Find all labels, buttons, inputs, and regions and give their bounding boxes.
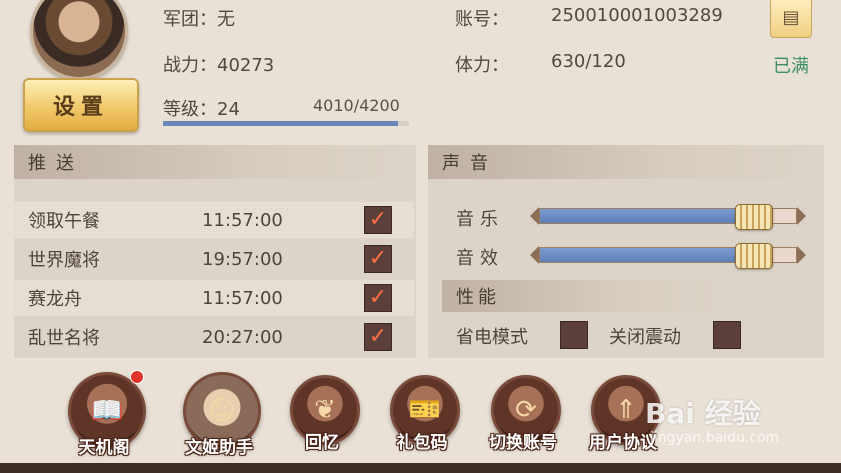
music-slider-fill	[540, 209, 753, 223]
nav-label: 回忆	[305, 433, 339, 453]
push-row: 赛龙舟 11:57:00 ✓	[14, 280, 414, 316]
xp-text: 4010/4200	[313, 96, 400, 115]
legion-info: 军团：无	[163, 5, 235, 31]
performance-title: 性能	[442, 280, 732, 312]
power-info: 战力：40273	[163, 51, 274, 77]
push-row: 世界魔将 19:57:00 ✓	[14, 241, 414, 277]
legion-label: 军团：	[163, 9, 217, 30]
push-panel: 推送 领取午餐 11:57:00 ✓ 世界魔将 19:57:00 ✓ 赛龙舟 1…	[14, 145, 416, 358]
player-avatar[interactable]	[30, 0, 128, 80]
push-row-name: 世界魔将	[28, 250, 100, 271]
effects-slider-handle[interactable]	[735, 243, 774, 269]
nav-label: 天机阁	[78, 438, 130, 458]
push-row-time: 11:57:00	[202, 287, 283, 309]
power-label: 战力：	[163, 55, 217, 76]
legion-value: 无	[217, 9, 235, 30]
push-row: 乱世名将 20:27:00 ✓	[14, 319, 414, 355]
nav-label: 礼包码	[396, 433, 448, 453]
account-label: 账号：	[455, 9, 509, 30]
stamina-label: 体力：	[455, 55, 509, 76]
baidu-watermark: Bai 经验	[645, 397, 761, 430]
slider-left-tip	[530, 207, 539, 225]
push-row-name: 乱世名将	[28, 328, 100, 349]
account-value: 250010001003289	[551, 5, 723, 26]
push-row-name: 领取午餐	[28, 211, 100, 232]
power-save-checkbox[interactable]	[560, 321, 588, 349]
push-checkbox[interactable]: ✓	[364, 245, 392, 273]
slider-right-tip	[797, 207, 806, 225]
push-row-time: 11:57:00	[202, 209, 283, 231]
push-row: 领取午餐 11:57:00 ✓	[14, 202, 414, 238]
nav-label: 切换账号	[489, 433, 557, 453]
stamina-status: 已满	[773, 56, 809, 77]
push-checkbox[interactable]: ✓	[364, 206, 392, 234]
effects-label: 音效	[456, 248, 504, 269]
push-row-time: 19:57:00	[202, 248, 283, 270]
xp-bar-fill	[163, 121, 398, 126]
slider-right-tip	[797, 246, 806, 264]
power-save-label: 省电模式	[456, 327, 528, 348]
notification-badge	[130, 370, 144, 384]
effects-slider-fill	[540, 248, 753, 262]
level-info: 等级：24	[163, 95, 240, 121]
push-row-time: 20:27:00	[202, 326, 283, 348]
nav-label: 文姬助手	[185, 438, 253, 458]
push-checkbox[interactable]: ✓	[364, 323, 392, 351]
stamina-value: 630/120	[551, 51, 626, 72]
power-value: 40273	[217, 55, 275, 76]
music-slider-handle[interactable]	[735, 204, 774, 230]
settings-button[interactable]: 设置	[23, 78, 139, 132]
xp-bar	[163, 121, 409, 126]
account-card-icon[interactable]: ▤	[770, 0, 812, 38]
push-title: 推送	[14, 145, 416, 179]
push-row-name: 赛龙舟	[28, 289, 82, 310]
level-value: 24	[217, 99, 240, 120]
slider-left-tip	[530, 246, 539, 264]
bottom-strip	[0, 463, 841, 473]
sound-title: 声音	[428, 145, 824, 179]
baidu-watermark-url: jingyan.baidu.com	[650, 430, 780, 446]
push-checkbox[interactable]: ✓	[364, 284, 392, 312]
music-label: 音乐	[456, 209, 504, 230]
vibration-off-checkbox[interactable]	[713, 321, 741, 349]
vibration-off-label: 关闭震动	[609, 327, 681, 348]
level-label: 等级：	[163, 99, 217, 120]
sound-panel: 声音 音乐 音效 性能 省电模式 关闭震动	[428, 145, 824, 358]
